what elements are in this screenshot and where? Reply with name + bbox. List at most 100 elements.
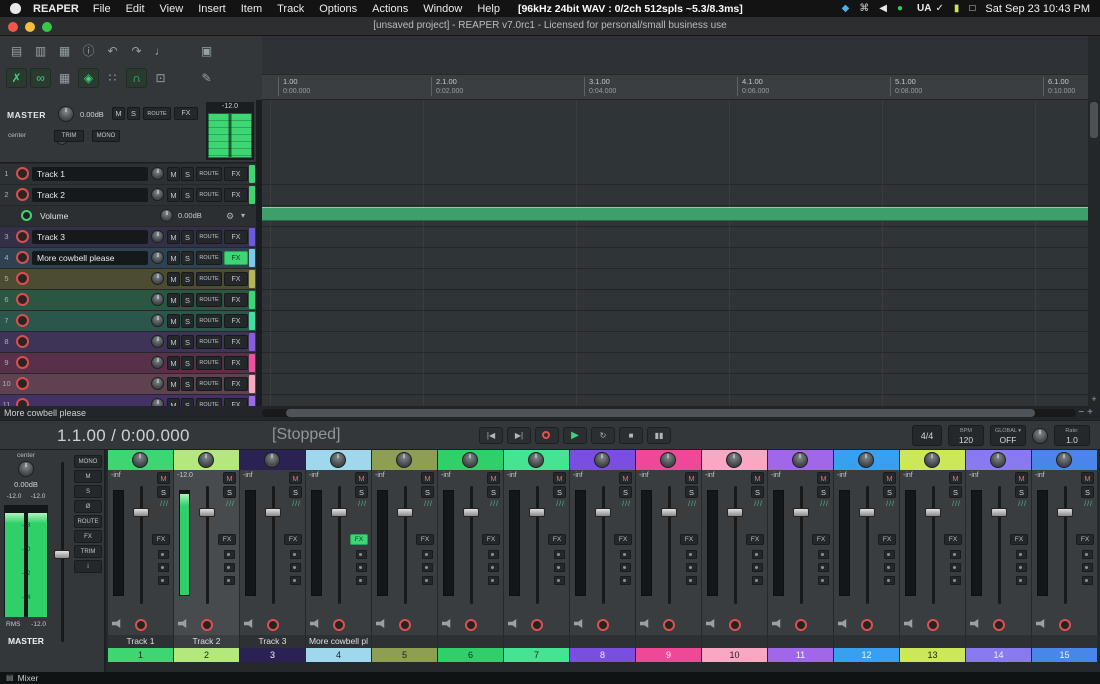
repeat-button[interactable]: ↻ bbox=[591, 427, 615, 444]
strip-env-button[interactable] bbox=[818, 550, 829, 559]
mixer-strip[interactable]: -infMS///FX9 bbox=[636, 450, 701, 662]
strip-record-arm-button[interactable] bbox=[333, 619, 345, 631]
strip-env-button[interactable] bbox=[752, 576, 763, 585]
strip-env-button[interactable] bbox=[1082, 550, 1093, 559]
track-fx-button[interactable]: FX bbox=[224, 230, 248, 244]
track-solo-button[interactable]: S bbox=[181, 314, 194, 328]
strip-track-name[interactable]: Track 1 bbox=[108, 635, 173, 648]
strip-solo-button[interactable]: S bbox=[883, 486, 896, 498]
time-signature-box[interactable]: 4/4 bbox=[912, 425, 942, 446]
strip-fx-button[interactable]: FX bbox=[218, 534, 236, 545]
play-button[interactable]: ▶ bbox=[563, 427, 587, 444]
horizontal-scrollbar[interactable] bbox=[262, 409, 1076, 417]
strip-pan-knob[interactable] bbox=[726, 452, 742, 468]
strip-speaker-icon[interactable] bbox=[244, 619, 255, 628]
strip-env-button[interactable] bbox=[620, 576, 631, 585]
strip-track-name[interactable] bbox=[1032, 635, 1097, 648]
strip-env-button[interactable] bbox=[1082, 576, 1093, 585]
track-solo-button[interactable]: S bbox=[181, 188, 194, 202]
master-trim-button[interactable]: TRIM bbox=[74, 545, 102, 558]
global-value[interactable]: OFF bbox=[991, 435, 1025, 445]
envelope-arm-toggle[interactable] bbox=[21, 210, 32, 221]
mixer-master-pan-knob[interactable] bbox=[18, 461, 34, 477]
master-trim-button[interactable]: TRIM bbox=[54, 130, 84, 142]
mixer-strip[interactable]: -infMS///FXTrack 33 bbox=[240, 450, 305, 662]
strip-fader-cap[interactable] bbox=[859, 508, 875, 517]
pencil-icon[interactable]: ✎ bbox=[196, 68, 217, 88]
mixer-master-fader[interactable] bbox=[53, 462, 71, 642]
strip-mute-button[interactable]: M bbox=[487, 472, 500, 484]
strip-pan-knob[interactable] bbox=[462, 452, 478, 468]
mixer-strip[interactable]: -infMS///FXMore cowbell pl4 bbox=[306, 450, 371, 662]
strip-fader[interactable] bbox=[595, 486, 611, 604]
strip-number-band[interactable]: 3 bbox=[240, 648, 305, 662]
mixer-strip[interactable]: -infMS///FX8 bbox=[570, 450, 635, 662]
mixer-strip[interactable]: -infMS///FX6 bbox=[438, 450, 503, 662]
strip-mute-button[interactable]: M bbox=[619, 472, 632, 484]
strip-env-button[interactable] bbox=[290, 550, 301, 559]
track-pan-knob[interactable] bbox=[151, 356, 164, 369]
strip-env-button[interactable] bbox=[686, 576, 697, 585]
strip-env-button[interactable] bbox=[752, 550, 763, 559]
track-solo-button[interactable]: S bbox=[181, 335, 194, 349]
mail-check-icon[interactable]: ✓ bbox=[935, 0, 943, 17]
master-m-button[interactable]: M bbox=[74, 470, 102, 483]
track-row[interactable]: 4More cowbell pleaseMSROUTEFX bbox=[0, 248, 256, 268]
mixer-tab[interactable]: Mixer bbox=[18, 672, 39, 684]
strip-fader-cap[interactable] bbox=[199, 508, 215, 517]
track-pan-knob[interactable] bbox=[151, 377, 164, 390]
strip-env-button[interactable] bbox=[224, 563, 235, 572]
go-to-start-button[interactable]: |◀ bbox=[479, 427, 503, 444]
track-route-button[interactable]: ROUTE bbox=[196, 377, 222, 391]
master-solo-button[interactable]: S bbox=[127, 107, 140, 120]
strip-pan-knob[interactable] bbox=[132, 452, 148, 468]
strip-speaker-icon[interactable] bbox=[508, 619, 519, 628]
strip-track-name[interactable]: More cowbell pl bbox=[306, 635, 371, 648]
strip-fader-cap[interactable] bbox=[463, 508, 479, 517]
track-route-button[interactable]: ROUTE bbox=[196, 272, 222, 286]
strip-fader[interactable] bbox=[265, 486, 281, 604]
strip-solo-button[interactable]: S bbox=[685, 486, 698, 498]
menu-item-track[interactable]: Track bbox=[277, 3, 304, 15]
strip-solo-button[interactable]: S bbox=[1081, 486, 1094, 498]
track-row[interactable]: 5MSROUTEFX bbox=[0, 269, 256, 289]
ruler-mark[interactable]: 5.1.000:08.000 bbox=[890, 77, 922, 96]
strip-number-band[interactable]: 8 bbox=[570, 648, 635, 662]
strip-record-arm-button[interactable] bbox=[1059, 619, 1071, 631]
strip-fader-cap[interactable] bbox=[1057, 508, 1073, 517]
strip-record-arm-button[interactable] bbox=[399, 619, 411, 631]
track-name-field[interactable]: Track 1 bbox=[32, 167, 148, 181]
strip-env-button[interactable] bbox=[158, 550, 169, 559]
strip-env-button[interactable] bbox=[752, 563, 763, 572]
strip-record-arm-button[interactable] bbox=[663, 619, 675, 631]
strip-env-button[interactable] bbox=[818, 576, 829, 585]
volume-envelope-segment[interactable] bbox=[262, 207, 1088, 221]
horizontal-scroll-thumb[interactable] bbox=[286, 409, 1035, 417]
strip-pan-knob[interactable] bbox=[528, 452, 544, 468]
strip-speaker-icon[interactable] bbox=[904, 619, 915, 628]
zoom-out-button[interactable]: − bbox=[1078, 407, 1087, 418]
strip-env-button[interactable] bbox=[158, 563, 169, 572]
track-route-button[interactable]: ROUTE bbox=[196, 230, 222, 244]
strip-record-arm-button[interactable] bbox=[201, 619, 213, 631]
master-s-button[interactable]: S bbox=[74, 485, 102, 498]
strip-fader-cap[interactable] bbox=[133, 508, 149, 517]
strip-record-arm-button[interactable] bbox=[795, 619, 807, 631]
strip-track-name[interactable] bbox=[768, 635, 833, 648]
strip-track-name[interactable] bbox=[438, 635, 503, 648]
record-arm-button[interactable] bbox=[16, 356, 29, 369]
lock-icon[interactable]: ⊡ bbox=[150, 68, 171, 88]
timeline-ruler[interactable]: 1.000:00.0002.1.000:02.0003.1.000:04.000… bbox=[262, 74, 1088, 100]
global-automation-box[interactable]: GLOBAL ▾ OFF bbox=[990, 425, 1026, 446]
master-mute-button[interactable]: M bbox=[112, 107, 125, 120]
strip-fader-cap[interactable] bbox=[331, 508, 347, 517]
mixer-master-strip[interactable]: center 0.00dB -12.0 -12.0 -18-30-42-54 R… bbox=[0, 450, 106, 672]
strip-speaker-icon[interactable] bbox=[178, 619, 189, 628]
strip-speaker-icon[interactable] bbox=[640, 619, 651, 628]
menu-item-window[interactable]: Window bbox=[423, 3, 462, 15]
record-arm-button[interactable] bbox=[16, 377, 29, 390]
keyboard-icon[interactable]: ⌘ bbox=[859, 0, 869, 17]
track-pan-knob[interactable] bbox=[151, 314, 164, 327]
zoom-in-button[interactable]: + bbox=[1087, 407, 1096, 418]
strip-env-button[interactable] bbox=[488, 550, 499, 559]
